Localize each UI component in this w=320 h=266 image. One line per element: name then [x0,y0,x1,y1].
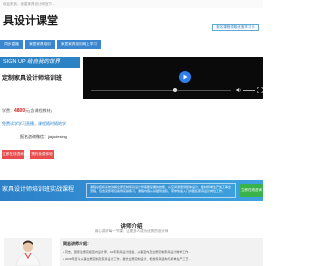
banner-description: 课程总结和系统讲解全屋定制家具设计师需要掌握的技能，从空间测量到柜体设计、板材拆… [90,185,232,193]
instructor-avatar [4,238,52,266]
play-button[interactable] [179,71,191,83]
top-bar: 欢迎来到，优星家具设计网官方… [0,0,263,8]
play-icon [183,74,188,80]
volume-slider[interactable] [243,90,255,91]
signup-coupon-button[interactable]: 报名课程领取优惠学习卡 [212,24,259,31]
signup-header-sub: 给自我的世界 [27,59,61,65]
volume-icon[interactable] [236,87,242,93]
welcome-text: 欢迎来到，优星家具设计网官方… [3,2,56,6]
video-progress-track[interactable] [91,90,231,91]
price-value: 4800 [14,108,26,114]
instructor-heading: 同志讲师介绍： [63,241,91,246]
video-progress-knob[interactable] [173,88,177,92]
fullscreen-icon[interactable] [257,87,263,93]
tab-furniture-training[interactable]: 家居家具培训 [25,40,55,49]
price-line: 学费：4800元(含课程教材) [2,108,52,114]
banner-description-box: 课程总结和系统讲解全屋定制家具设计师需要掌握的技能，从空间测量到柜体设计、板材拆… [86,183,236,198]
consult-button[interactable]: 立即在线咨询 [2,150,24,159]
signup-panel: SIGN UP 给自我的世界 定制家具设计师培训班 学费：4800元(含课程教材… [0,57,80,182]
course-banner: 家具设计师培训班实战课程 课程总结和系统讲解全屋定制家具设计师需要掌握的技能，从… [0,180,263,201]
tab-online-learning[interactable]: 家居家具培训网上学习 [57,40,101,49]
instructor-section-subtitle: 用心讲好每一节课，让更多人成为优秀的设计师 [94,229,169,233]
tab-live[interactable]: 同步直播 [0,40,23,49]
signup-header-text: SIGN UP 给自我的世界 [3,59,61,65]
instructor-photo-icon [15,240,41,266]
signup-header: SIGN UP 给自我的世界 [0,57,80,68]
instructor-info: 同志讲师介绍： • 同志，国家注册高级室内设计师，10年家具设计经验，从事室内及… [60,238,263,266]
banner-consult-button[interactable]: 立即在线咨询 [240,184,263,197]
instructor-bio-line: • 同志，国家注册高级室内设计师，10年家具设计经验，从事室内及全屋定制家具设计… [63,250,192,254]
promo-text: 免费试学学习直播，课程随时随地学 [2,121,66,126]
course-title: 定制家具设计师培训班 [2,76,63,82]
instructor-bio-line: • 2008年至今从事全屋定制及家具设计工作，擅长全屋定制设计、柜类家具结构与拆… [63,257,192,261]
nav-tabs: 同步直播 家居家具培训 家居家具培训网上学习 [0,40,263,50]
site-logo[interactable]: 具设计课堂 [3,12,58,28]
video-player[interactable] [83,57,263,99]
banner-title: 家具设计师培训班实战课程 [2,187,75,193]
enroll-button[interactable]: 预约免费体验 [30,150,54,159]
contact-text: 报名咨询微信：jiajudesing [20,134,67,139]
